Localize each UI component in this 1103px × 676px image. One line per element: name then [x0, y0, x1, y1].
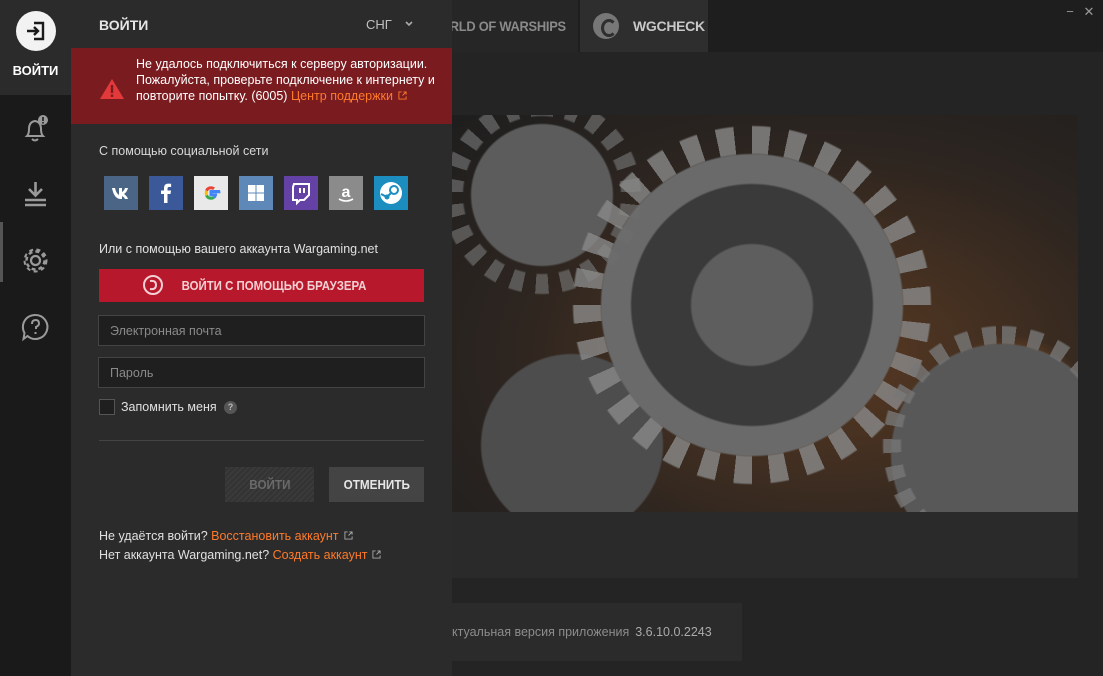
- cancel-button[interactable]: ОТМЕНИТЬ: [329, 467, 424, 502]
- submit-login-button[interactable]: ВОЙТИ: [225, 467, 314, 502]
- vk-login-button[interactable]: [104, 176, 138, 210]
- nav-scroll-indicator: [0, 222, 3, 282]
- support-center-link[interactable]: Центр поддержки: [291, 89, 407, 103]
- left-nav: ВОЙТИ: [0, 0, 71, 676]
- svg-text:a: a: [342, 184, 351, 201]
- create-account-line: Нет аккаунта Wargaming.net? Создать акка…: [99, 548, 382, 562]
- login-icon: [16, 11, 56, 51]
- close-window-button[interactable]: ✕: [1081, 4, 1097, 20]
- divider: [99, 440, 424, 441]
- help-chat-icon[interactable]: [19, 311, 52, 344]
- email-input[interactable]: [98, 315, 425, 346]
- external-link-icon: [398, 91, 407, 100]
- game-tabs: ORLD OF WARSHIPS WGCHECK: [440, 0, 1103, 52]
- google-login-button[interactable]: [194, 176, 228, 210]
- panel-title: ВОЙТИ: [99, 17, 149, 33]
- password-input[interactable]: [98, 357, 425, 388]
- windows-icon: [248, 185, 264, 201]
- amazon-login-button[interactable]: a: [329, 176, 363, 210]
- external-link-icon: [372, 550, 382, 559]
- settings-gear-icon[interactable]: [19, 244, 52, 277]
- download-icon[interactable]: [19, 178, 52, 211]
- tab-wgcheck[interactable]: WGCHECK: [580, 0, 708, 52]
- wargaming-login-label: Или с помощью вашего аккаунта Wargaming.…: [99, 242, 378, 256]
- remember-me-label[interactable]: Запомнить меня: [121, 400, 217, 414]
- facebook-icon: [161, 183, 172, 203]
- create-account-link[interactable]: Создать аккаунт: [273, 548, 382, 562]
- banner-footer: [452, 512, 1078, 578]
- warning-icon: [100, 79, 124, 99]
- minimize-button[interactable]: −: [1062, 4, 1078, 20]
- amazon-icon: a: [338, 184, 354, 202]
- steam-login-button[interactable]: [374, 176, 408, 210]
- gear-decoration: [572, 125, 932, 485]
- windows-login-button[interactable]: [239, 176, 273, 210]
- nav-login-label: ВОЙТИ: [12, 63, 59, 78]
- restore-account-line: Не удаётся войти? Восстановить аккаунт: [99, 529, 353, 543]
- tab-world-of-warships[interactable]: ORLD OF WARSHIPS: [440, 0, 578, 52]
- version-number: 3.6.10.0.2243: [635, 625, 712, 639]
- notifications-bell-icon[interactable]: [19, 112, 52, 145]
- wargaming-logo-icon: [143, 275, 164, 295]
- chevron-down-icon[interactable]: [403, 17, 415, 29]
- help-icon[interactable]: ?: [224, 401, 237, 414]
- social-login-label: С помощью социальной сети: [99, 144, 269, 158]
- twitch-icon: [292, 183, 310, 206]
- version-text: ктуальная версия приложения 3.6.10.0.2243: [452, 625, 712, 639]
- login-with-browser-button[interactable]: ВОЙТИ С ПОМОЩЬЮ БРАУЗЕРА: [99, 269, 424, 302]
- nav-item-login[interactable]: ВОЙТИ: [0, 0, 71, 95]
- google-icon: [204, 186, 221, 200]
- steam-icon: [380, 182, 402, 204]
- facebook-login-button[interactable]: [149, 176, 183, 210]
- region-selector[interactable]: СНГ: [366, 17, 392, 32]
- wgcheck-logo-icon: [593, 13, 619, 39]
- remember-me-checkbox[interactable]: [99, 399, 115, 415]
- twitch-login-button[interactable]: [284, 176, 318, 210]
- version-panel: ктуальная версия приложения 3.6.10.0.2243: [452, 603, 742, 661]
- login-panel: ВОЙТИ СНГ Не удалось подключиться к серв…: [71, 0, 452, 676]
- error-banner: Не удалось подключиться к серверу автори…: [71, 48, 452, 124]
- vk-icon: [112, 188, 128, 199]
- tab-wgcheck-label: WGCHECK: [633, 18, 705, 34]
- error-message: Не удалось подключиться к серверу автори…: [136, 57, 435, 103]
- restore-account-link[interactable]: Восстановить аккаунт: [211, 529, 353, 543]
- game-banner-image: [452, 115, 1078, 512]
- external-link-icon: [343, 531, 353, 540]
